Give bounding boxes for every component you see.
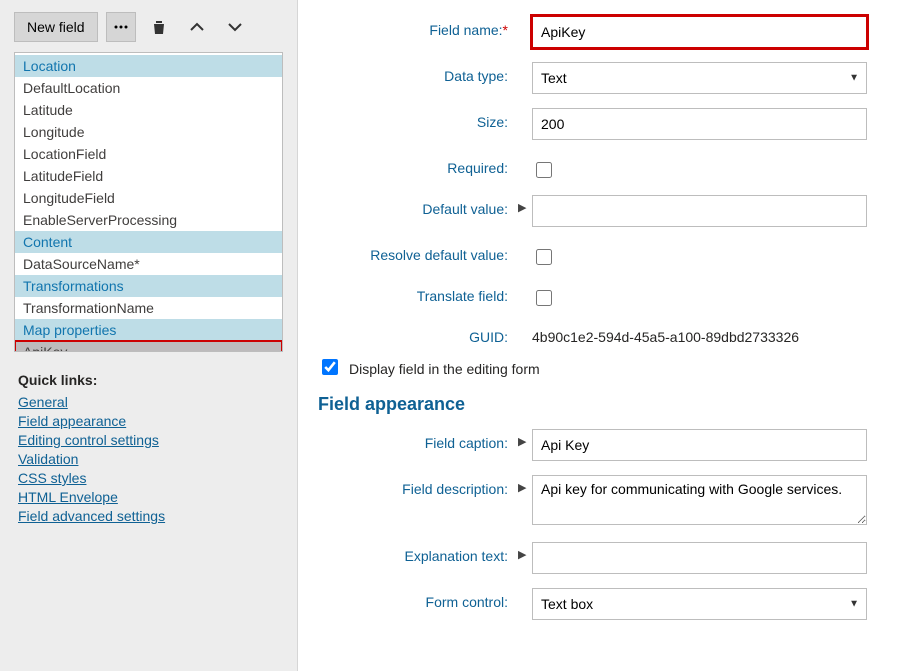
quick-links-heading: Quick links:	[18, 372, 283, 388]
toolbar: New field	[14, 12, 283, 52]
default-value-input[interactable]	[532, 195, 867, 227]
resolve-default-checkbox[interactable]	[536, 249, 552, 265]
sidebar: New field LocationDefaultLocationLatitud…	[0, 0, 298, 671]
size-input[interactable]	[532, 108, 867, 140]
section-field-appearance: Field appearance	[318, 394, 867, 415]
field-caption-input[interactable]	[532, 429, 867, 461]
explanation-text-input[interactable]	[532, 542, 867, 574]
quick-links: Quick links: General Field appearance Edit…	[14, 352, 283, 527]
move-up-button[interactable]	[182, 12, 212, 42]
resolve-default-label: Resolve default value:	[318, 241, 518, 263]
field-list-item[interactable]: Latitude	[15, 99, 282, 121]
display-in-form-checkbox[interactable]	[322, 359, 338, 375]
field-list-item[interactable]: ApiKey	[15, 341, 282, 352]
quick-link[interactable]: Editing control settings	[18, 432, 283, 448]
quick-link[interactable]: Field appearance	[18, 413, 283, 429]
guid-value: 4b90c1e2-594d-45a5-a100-89dbd2733326	[532, 323, 867, 345]
size-label: Size:	[318, 108, 518, 130]
expand-icon[interactable]: ▶	[518, 195, 532, 214]
expand-icon[interactable]: ▶	[518, 429, 532, 448]
field-name-input[interactable]	[532, 16, 867, 48]
field-list-item[interactable]: Longitude	[15, 121, 282, 143]
expand-icon[interactable]: ▶	[518, 475, 532, 494]
delete-button[interactable]	[144, 12, 174, 42]
field-list-item[interactable]: EnableServerProcessing	[15, 209, 282, 231]
data-type-label: Data type:	[318, 62, 518, 84]
required-checkbox[interactable]	[536, 162, 552, 178]
expand-icon[interactable]: ▶	[518, 542, 532, 561]
field-list-item[interactable]: Transformations	[15, 275, 282, 297]
form-panel: Field name:* Data type: Text Size: Requi…	[298, 0, 903, 671]
quick-link[interactable]: General	[18, 394, 283, 410]
move-down-button[interactable]	[220, 12, 250, 42]
form-control-label: Form control:	[318, 588, 518, 610]
default-value-label: Default value:	[318, 195, 518, 217]
field-list-item[interactable]: Location	[15, 55, 282, 77]
field-name-label: Field name:*	[318, 16, 518, 38]
data-type-select[interactable]: Text	[532, 62, 867, 94]
field-list-item[interactable]: Map properties	[15, 319, 282, 341]
quick-link[interactable]: CSS styles	[18, 470, 283, 486]
field-list-item[interactable]: LocationField	[15, 143, 282, 165]
translate-field-checkbox[interactable]	[536, 290, 552, 306]
translate-field-label: Translate field:	[318, 282, 518, 304]
ellipsis-icon	[113, 19, 129, 35]
chevron-up-icon	[189, 19, 205, 35]
display-in-form-label: Display field in the editing form	[349, 361, 540, 377]
quick-link[interactable]: Field advanced settings	[18, 508, 283, 524]
guid-label: GUID:	[318, 323, 518, 345]
required-label: Required:	[318, 154, 518, 176]
field-description-input[interactable]: Api key for communicating with Google se…	[532, 475, 867, 525]
field-caption-label: Field caption:	[318, 429, 518, 451]
field-list-item[interactable]: DataSourceName*	[15, 253, 282, 275]
new-field-button[interactable]: New field	[14, 12, 98, 42]
field-list-item[interactable]: DefaultLocation	[15, 77, 282, 99]
more-actions-button[interactable]	[106, 12, 136, 42]
quick-link[interactable]: HTML Envelope	[18, 489, 283, 505]
field-list-item[interactable]: LongitudeField	[15, 187, 282, 209]
trash-icon	[151, 19, 167, 35]
field-list[interactable]: LocationDefaultLocationLatitudeLongitude…	[14, 52, 283, 352]
quick-link[interactable]: Validation	[18, 451, 283, 467]
field-list-item[interactable]: LatitudeField	[15, 165, 282, 187]
explanation-text-label: Explanation text:	[318, 542, 518, 564]
field-list-item[interactable]: TransformationName	[15, 297, 282, 319]
field-description-label: Field description:	[318, 475, 518, 497]
chevron-down-icon	[227, 19, 243, 35]
field-list-item[interactable]: Content	[15, 231, 282, 253]
form-control-select[interactable]: Text box	[532, 588, 867, 620]
